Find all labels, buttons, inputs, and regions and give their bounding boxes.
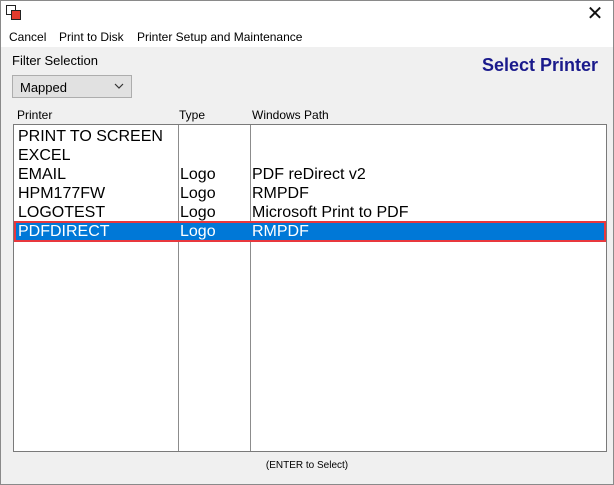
- cell-windows-path: RMPDF: [252, 185, 309, 202]
- table-row[interactable]: EXCEL: [14, 146, 606, 165]
- column-header-windows-path: Windows Path: [252, 108, 329, 122]
- cell-printer: LOGOTEST: [18, 204, 106, 221]
- table-row[interactable]: LOGOTEST Logo Microsoft Print to PDF: [14, 203, 606, 222]
- printer-list[interactable]: PRINT TO SCREEN EXCEL EMAIL Logo PDF reDirec…: [13, 124, 607, 452]
- table-row[interactable]: PDFDIRECT Logo RMPDF: [14, 221, 606, 242]
- app-icon: [6, 5, 22, 21]
- filter-selection-dropdown[interactable]: Mapped: [12, 75, 132, 98]
- status-hint: (ENTER to Select): [265, 460, 349, 471]
- filter-selected-value: Mapped: [20, 80, 67, 95]
- table-row[interactable]: PRINT TO SCREEN: [14, 127, 606, 146]
- title-bar: ✕: [1, 1, 613, 27]
- cell-windows-path: Microsoft Print to PDF: [252, 204, 409, 221]
- cell-type: Logo: [180, 166, 216, 183]
- menu-item-cancel[interactable]: Cancel: [9, 30, 46, 44]
- cell-printer: HPM177FW: [18, 185, 106, 202]
- chevron-down-icon: [114, 83, 124, 89]
- cell-printer: EMAIL: [18, 166, 67, 183]
- table-row[interactable]: EMAIL Logo PDF reDirect v2: [14, 165, 606, 184]
- filter-selection-label: Filter Selection: [12, 53, 98, 68]
- close-button[interactable]: ✕: [585, 4, 605, 24]
- column-header-printer: Printer: [17, 108, 53, 122]
- menu-item-print-to-disk[interactable]: Print to Disk: [59, 30, 124, 44]
- cell-windows-path: PDF reDirect v2: [252, 166, 366, 183]
- menu-item-printer-setup[interactable]: Printer Setup and Maintenance: [137, 30, 302, 44]
- cell-printer: EXCEL: [18, 147, 71, 164]
- table-row[interactable]: HPM177FW Logo RMPDF: [14, 184, 606, 203]
- menu-bar: Cancel Print to Disk Printer Setup and M…: [1, 27, 613, 47]
- cell-type: Logo: [180, 204, 216, 221]
- select-printer-window: ✕ Cancel Print to Disk Printer Setup and…: [0, 0, 614, 485]
- close-icon: ✕: [586, 3, 604, 25]
- cell-type: Logo: [180, 185, 216, 202]
- selection-highlight: [14, 221, 606, 242]
- cell-printer: PRINT TO SCREEN: [18, 128, 163, 145]
- column-header-type: Type: [179, 108, 206, 122]
- page-title: Select Printer: [481, 55, 598, 75]
